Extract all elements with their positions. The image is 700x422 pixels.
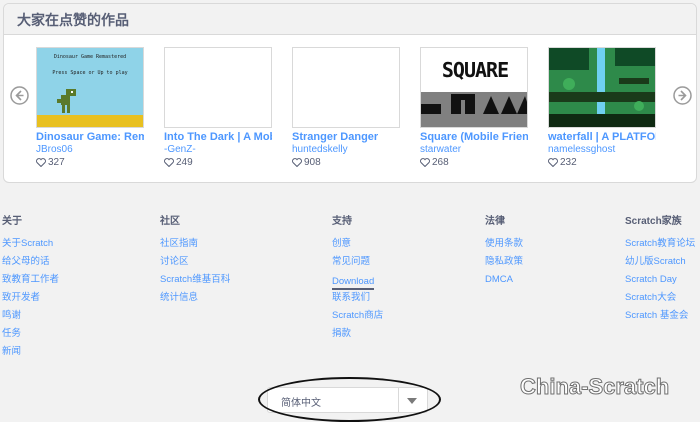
project-tile[interactable]: Into The Dark | A Mobile Game -GenZ- 249 — [164, 47, 274, 169]
project-tile[interactable]: Stranger Danger huntedskelly 908 — [292, 47, 402, 169]
chevron-right-icon — [673, 86, 692, 105]
footer-column-family: Scratch家族 Scratch教育论坛 幼儿版Scratch Scratch… — [625, 215, 695, 325]
footer-link[interactable]: 鸣谢 — [2, 307, 59, 325]
likes-count: 327 — [48, 157, 65, 168]
site-footer: 关于 关于Scratch 给父母的话 致教育工作者 致开发者 鸣谢 任务 新闻 … — [0, 196, 700, 422]
project-tile[interactable]: waterfall | A PLATFORMER namelessghost 2… — [548, 47, 658, 169]
project-likes: 232 — [548, 156, 658, 169]
footer-column-heading: 支持 — [332, 216, 352, 227]
footer-column-legal: 法律 使用条款 隐私政策 DMCA — [485, 215, 523, 289]
footer-link[interactable]: 致开发者 — [2, 289, 59, 307]
project-author[interactable]: namelessghost — [548, 144, 658, 156]
footer-link[interactable]: 联系我们 — [332, 289, 383, 307]
footer-column-heading: Scratch家族 — [625, 216, 682, 227]
download-link[interactable]: Download — [332, 274, 375, 290]
language-selected-value: 简体中文 — [281, 398, 321, 409]
heart-icon — [292, 158, 302, 167]
footer-link[interactable]: Scratch 基金会 — [625, 307, 695, 325]
project-author[interactable]: huntedskelly — [292, 144, 402, 156]
project-title[interactable]: waterfall | A PLATFORMER — [548, 131, 656, 144]
footer-link[interactable]: Scratch商店 — [332, 307, 383, 325]
heart-icon — [164, 158, 174, 167]
footer-link[interactable]: 新闻 — [2, 343, 59, 361]
footer-link[interactable]: DMCA — [485, 271, 523, 289]
footer-column-about: 关于 关于Scratch 给父母的话 致教育工作者 致开发者 鸣谢 任务 新闻 — [2, 215, 59, 361]
footer-column-support: 支持 创意 常见问题 Download 联系我们 Scratch商店 捐款 — [332, 215, 383, 343]
footer-column-community: 社区 社区指南 讨论区 Scratch维基百科 统计信息 — [160, 215, 230, 307]
footer-link[interactable]: 统计信息 — [160, 289, 230, 307]
footer-link[interactable]: Scratch教育论坛 — [625, 235, 695, 253]
footer-link[interactable]: Scratch Day — [625, 271, 695, 289]
footer-link[interactable]: 常见问题 — [332, 253, 383, 271]
footer-link[interactable]: 创意 — [332, 235, 383, 253]
dinosaur-sprite — [57, 89, 76, 113]
carousel-next-button[interactable] — [673, 86, 692, 105]
language-select[interactable]: 简体中文 — [267, 387, 428, 413]
project-tile[interactable]: SQUARE Square (Mobile Friendly) starwate… — [420, 47, 530, 169]
chevron-left-icon — [10, 86, 29, 105]
project-carousel: Dinosaur Game Remastered Press Space or … — [4, 4, 698, 184]
project-title[interactable]: Stranger Danger — [292, 131, 400, 144]
footer-link[interactable]: 关于Scratch — [2, 235, 59, 253]
footer-link[interactable]: 给父母的话 — [2, 253, 59, 271]
likes-count: 249 — [176, 157, 193, 168]
carousel-prev-button[interactable] — [10, 86, 29, 105]
footer-link[interactable]: Scratch大会 — [625, 289, 695, 307]
project-likes: 268 — [420, 156, 530, 169]
footer-link[interactable]: 社区指南 — [160, 235, 230, 253]
footer-column-heading: 社区 — [160, 216, 180, 227]
waterfall-scene — [549, 48, 655, 127]
chevron-down-icon — [407, 398, 417, 404]
project-tile[interactable]: Dinosaur Game Remastered Press Space or … — [36, 47, 146, 169]
footer-link[interactable]: 捐款 — [332, 325, 383, 343]
project-author[interactable]: starwater — [420, 144, 530, 156]
footer-link[interactable]: 幼儿版Scratch — [625, 253, 695, 271]
project-likes: 249 — [164, 156, 274, 169]
thumbnail-title: SQUARE — [441, 58, 509, 82]
footer-column-heading: 法律 — [485, 216, 505, 227]
project-title[interactable]: Dinosaur Game: Remastered — [36, 131, 144, 144]
project-thumbnail[interactable]: SQUARE — [420, 47, 528, 128]
project-title[interactable]: Square (Mobile Friendly) — [420, 131, 528, 144]
square-scene — [421, 94, 527, 114]
thumbnail-title: Dinosaur Game Remastered — [53, 54, 127, 60]
project-author[interactable]: JBros06 — [36, 144, 146, 156]
footer-link[interactable]: 使用条款 — [485, 235, 523, 253]
featured-projects-card: 大家在点赞的作品 Dinosaur Game Remastered Press … — [3, 3, 697, 183]
project-author[interactable]: -GenZ- — [164, 144, 274, 156]
likes-count: 232 — [560, 157, 577, 168]
footer-link[interactable]: 隐私政策 — [485, 253, 523, 271]
likes-count: 908 — [304, 157, 321, 168]
footer-link[interactable]: 致教育工作者 — [2, 271, 59, 289]
thumbnail-ground — [37, 115, 143, 127]
project-thumbnail[interactable]: Dinosaur Game Remastered Press Space or … — [36, 47, 144, 128]
footer-link[interactable]: 讨论区 — [160, 253, 230, 271]
footer-column-heading: 关于 — [2, 216, 22, 227]
project-likes: 908 — [292, 156, 402, 169]
project-likes: 327 — [36, 156, 146, 169]
heart-icon — [36, 158, 46, 167]
heart-icon — [420, 158, 430, 167]
thumbnail-hint: Press Space or Up to play — [52, 70, 128, 76]
likes-count: 268 — [432, 157, 449, 168]
project-title[interactable]: Into The Dark | A Mobile Game — [164, 131, 272, 144]
footer-link[interactable]: Scratch维基百科 — [160, 271, 230, 289]
watermark-text: China-Scratch — [519, 374, 670, 400]
footer-link[interactable]: 任务 — [2, 325, 59, 343]
project-thumbnail[interactable] — [292, 47, 400, 128]
heart-icon — [548, 158, 558, 167]
project-thumbnail[interactable] — [548, 47, 656, 128]
project-thumbnail[interactable] — [164, 47, 272, 128]
select-divider — [398, 388, 399, 412]
